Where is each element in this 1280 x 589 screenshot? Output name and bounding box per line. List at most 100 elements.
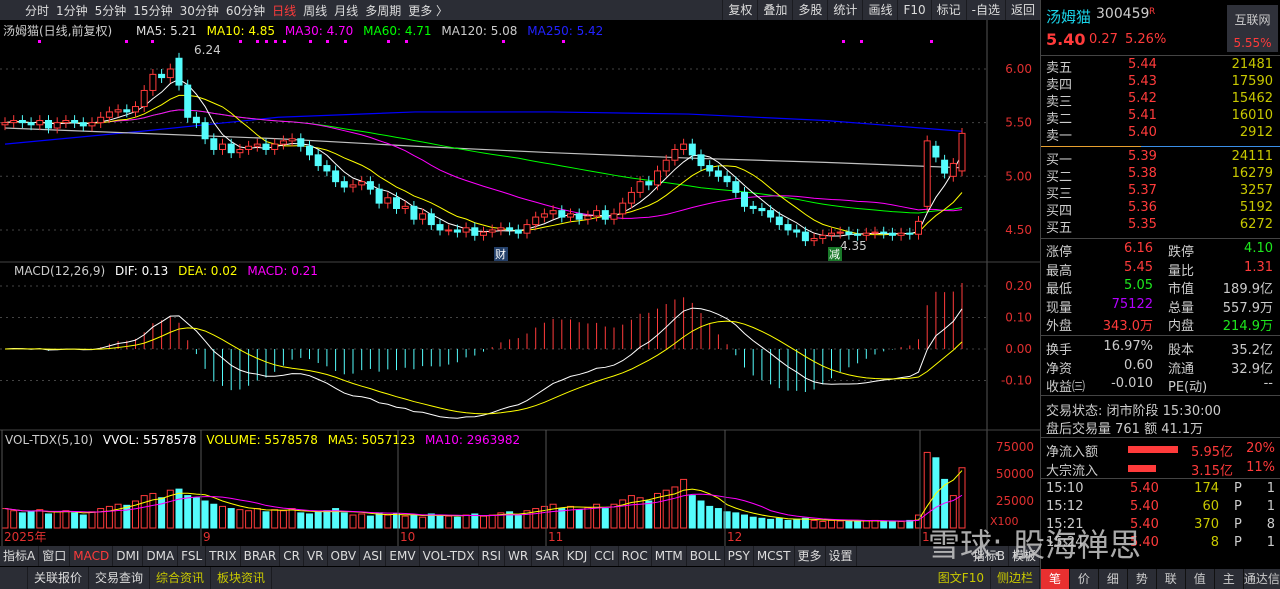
candle xyxy=(62,120,70,124)
volume-bar xyxy=(697,500,705,529)
volume-bar xyxy=(393,513,400,529)
candle xyxy=(636,181,644,193)
indicator-tab-设置[interactable]: 设置 xyxy=(826,546,857,566)
detail-tab-extra[interactable]: 通达信 xyxy=(1244,569,1280,589)
indicator-tab-更多[interactable]: 更多 xyxy=(795,546,826,566)
bottom-tab-2[interactable]: 综合资讯 xyxy=(150,567,212,589)
candle xyxy=(236,148,244,154)
tool-button-0[interactable]: 复权 xyxy=(722,0,757,20)
vol-ma5-line xyxy=(4,470,963,522)
indicator-right-0[interactable]: 指标B xyxy=(970,546,1009,566)
volume-bar xyxy=(784,519,792,529)
volume-bar xyxy=(654,492,661,529)
volume-bar xyxy=(880,521,888,529)
indicator-tab-dmi[interactable]: DMI xyxy=(113,546,144,566)
bottom-tab-1[interactable]: 交易查询 xyxy=(89,567,151,589)
candle xyxy=(253,143,261,147)
ma120-line xyxy=(4,127,963,169)
period-9[interactable]: 多周期 xyxy=(365,2,401,19)
period-3[interactable]: 15分钟 xyxy=(133,2,172,19)
indicator-tab-obv[interactable]: OBV xyxy=(328,546,361,566)
detail-tab-6[interactable]: 主 xyxy=(1215,569,1244,589)
indicator-tab-指标a[interactable]: 指标A xyxy=(0,546,40,566)
indicator-tab-asi[interactable]: ASI xyxy=(360,546,387,566)
indicator-tab-dma[interactable]: DMA xyxy=(143,546,179,566)
indicator-tab-macd[interactable]: MACD xyxy=(70,546,114,566)
event-marker xyxy=(344,40,347,43)
candle xyxy=(410,205,418,220)
ma30-line xyxy=(4,109,963,219)
candle xyxy=(741,191,748,207)
period-4[interactable]: 30分钟 xyxy=(180,2,219,19)
volume-bar xyxy=(114,503,122,529)
indicator-tab-sar[interactable]: SAR xyxy=(532,546,564,566)
candle xyxy=(36,120,44,126)
volume-bar xyxy=(45,513,52,529)
detail-tab-4[interactable]: 联 xyxy=(1157,569,1186,589)
month-label: 12 xyxy=(727,530,742,544)
indicator-tab-fsl[interactable]: FSL xyxy=(178,546,207,566)
detail-tab-5[interactable]: 值 xyxy=(1186,569,1215,589)
candle xyxy=(1,122,9,126)
tool-button-4[interactable]: 画线 xyxy=(862,0,897,20)
indicator-tab-cci[interactable]: CCI xyxy=(591,546,619,566)
indicator-tab-psy[interactable]: PSY xyxy=(725,546,754,566)
period-7[interactable]: 周线 xyxy=(303,2,327,19)
indicator-right-1[interactable]: 模板 xyxy=(1009,546,1040,566)
detail-tab-2[interactable]: 细 xyxy=(1099,569,1128,589)
trade-status: 交易状态: 闭市阶段 15:30:00 xyxy=(1046,404,1222,419)
indicator-tab-emv[interactable]: EMV xyxy=(386,546,420,566)
period-10[interactable]: 更多 〉 xyxy=(408,2,448,19)
period-0[interactable]: 分时 xyxy=(25,2,49,19)
indicator-tab-vol-tdx[interactable]: VOL-TDX xyxy=(420,546,479,566)
indicator-tab-rsi[interactable]: RSI xyxy=(479,546,506,566)
candle xyxy=(393,197,400,209)
tool-button-8[interactable]: 返回 xyxy=(1004,0,1040,20)
indicator-tab-brar[interactable]: BRAR xyxy=(241,546,281,566)
bottom-tab-0[interactable]: 关联报价 xyxy=(28,567,90,589)
detail-tab-3[interactable]: 势 xyxy=(1128,569,1157,589)
bottom-right-1[interactable]: 侧边栏 xyxy=(991,567,1040,589)
period-6[interactable]: 日线 xyxy=(272,2,296,19)
indicator-tab-mcst[interactable]: MCST xyxy=(754,546,795,566)
indicator-tab-vr[interactable]: VR xyxy=(304,546,328,566)
kline-chart[interactable]: 6.00 5.50 5.00 4.50 6.24 4.35 财 减 0.20 0.10 0.00 -0… xyxy=(0,20,1040,546)
period-8[interactable]: 月线 xyxy=(334,2,358,19)
period-2[interactable]: 5分钟 xyxy=(95,2,127,19)
indicator-tab-boll[interactable]: BOLL xyxy=(687,546,725,566)
price-tick: 5.50 xyxy=(1005,116,1032,130)
indicator-tab-trix[interactable]: TRIX xyxy=(206,546,241,566)
volume-bar xyxy=(36,509,44,529)
tool-button-2[interactable]: 多股 xyxy=(792,0,827,20)
stock-name: 汤姆猫 xyxy=(1046,8,1092,26)
candle xyxy=(71,120,79,124)
volume-bar xyxy=(306,513,313,529)
tool-button-5[interactable]: F10 xyxy=(897,0,930,20)
indicator-tab-mtm[interactable]: MTM xyxy=(652,546,687,566)
sector-button[interactable]: 互联网 5.55% xyxy=(1227,5,1278,52)
candle xyxy=(958,132,966,172)
tool-button-7[interactable]: -自选 xyxy=(965,0,1005,20)
tool-button-6[interactable]: 标记 xyxy=(930,0,966,20)
candle xyxy=(210,138,218,150)
bottom-tab-3[interactable]: 板块资讯 xyxy=(211,567,273,589)
indicator-tab-cr[interactable]: CR xyxy=(280,546,304,566)
volume-bar xyxy=(219,505,226,529)
candle xyxy=(645,181,653,186)
indicator-tab-kdj[interactable]: KDJ xyxy=(564,546,592,566)
candle xyxy=(506,227,514,231)
bottom-right-0[interactable]: 图文F10 xyxy=(932,567,991,589)
candle xyxy=(836,231,844,234)
tool-button-1[interactable]: 叠加 xyxy=(757,0,792,20)
detail-tab-1[interactable]: 价 xyxy=(1070,569,1099,589)
period-5[interactable]: 60分钟 xyxy=(226,2,265,19)
volume-bar xyxy=(323,510,331,529)
indicator-tab-wr[interactable]: WR xyxy=(505,546,533,566)
candle xyxy=(888,232,896,236)
indicator-tab-窗口[interactable]: 窗口 xyxy=(39,546,71,566)
period-1[interactable]: 1分钟 xyxy=(56,2,88,19)
detail-tab-0[interactable]: 笔 xyxy=(1041,569,1070,589)
indicator-tab-roc[interactable]: ROC xyxy=(619,546,652,566)
tool-button-3[interactable]: 统计 xyxy=(827,0,862,20)
candle xyxy=(105,111,113,118)
